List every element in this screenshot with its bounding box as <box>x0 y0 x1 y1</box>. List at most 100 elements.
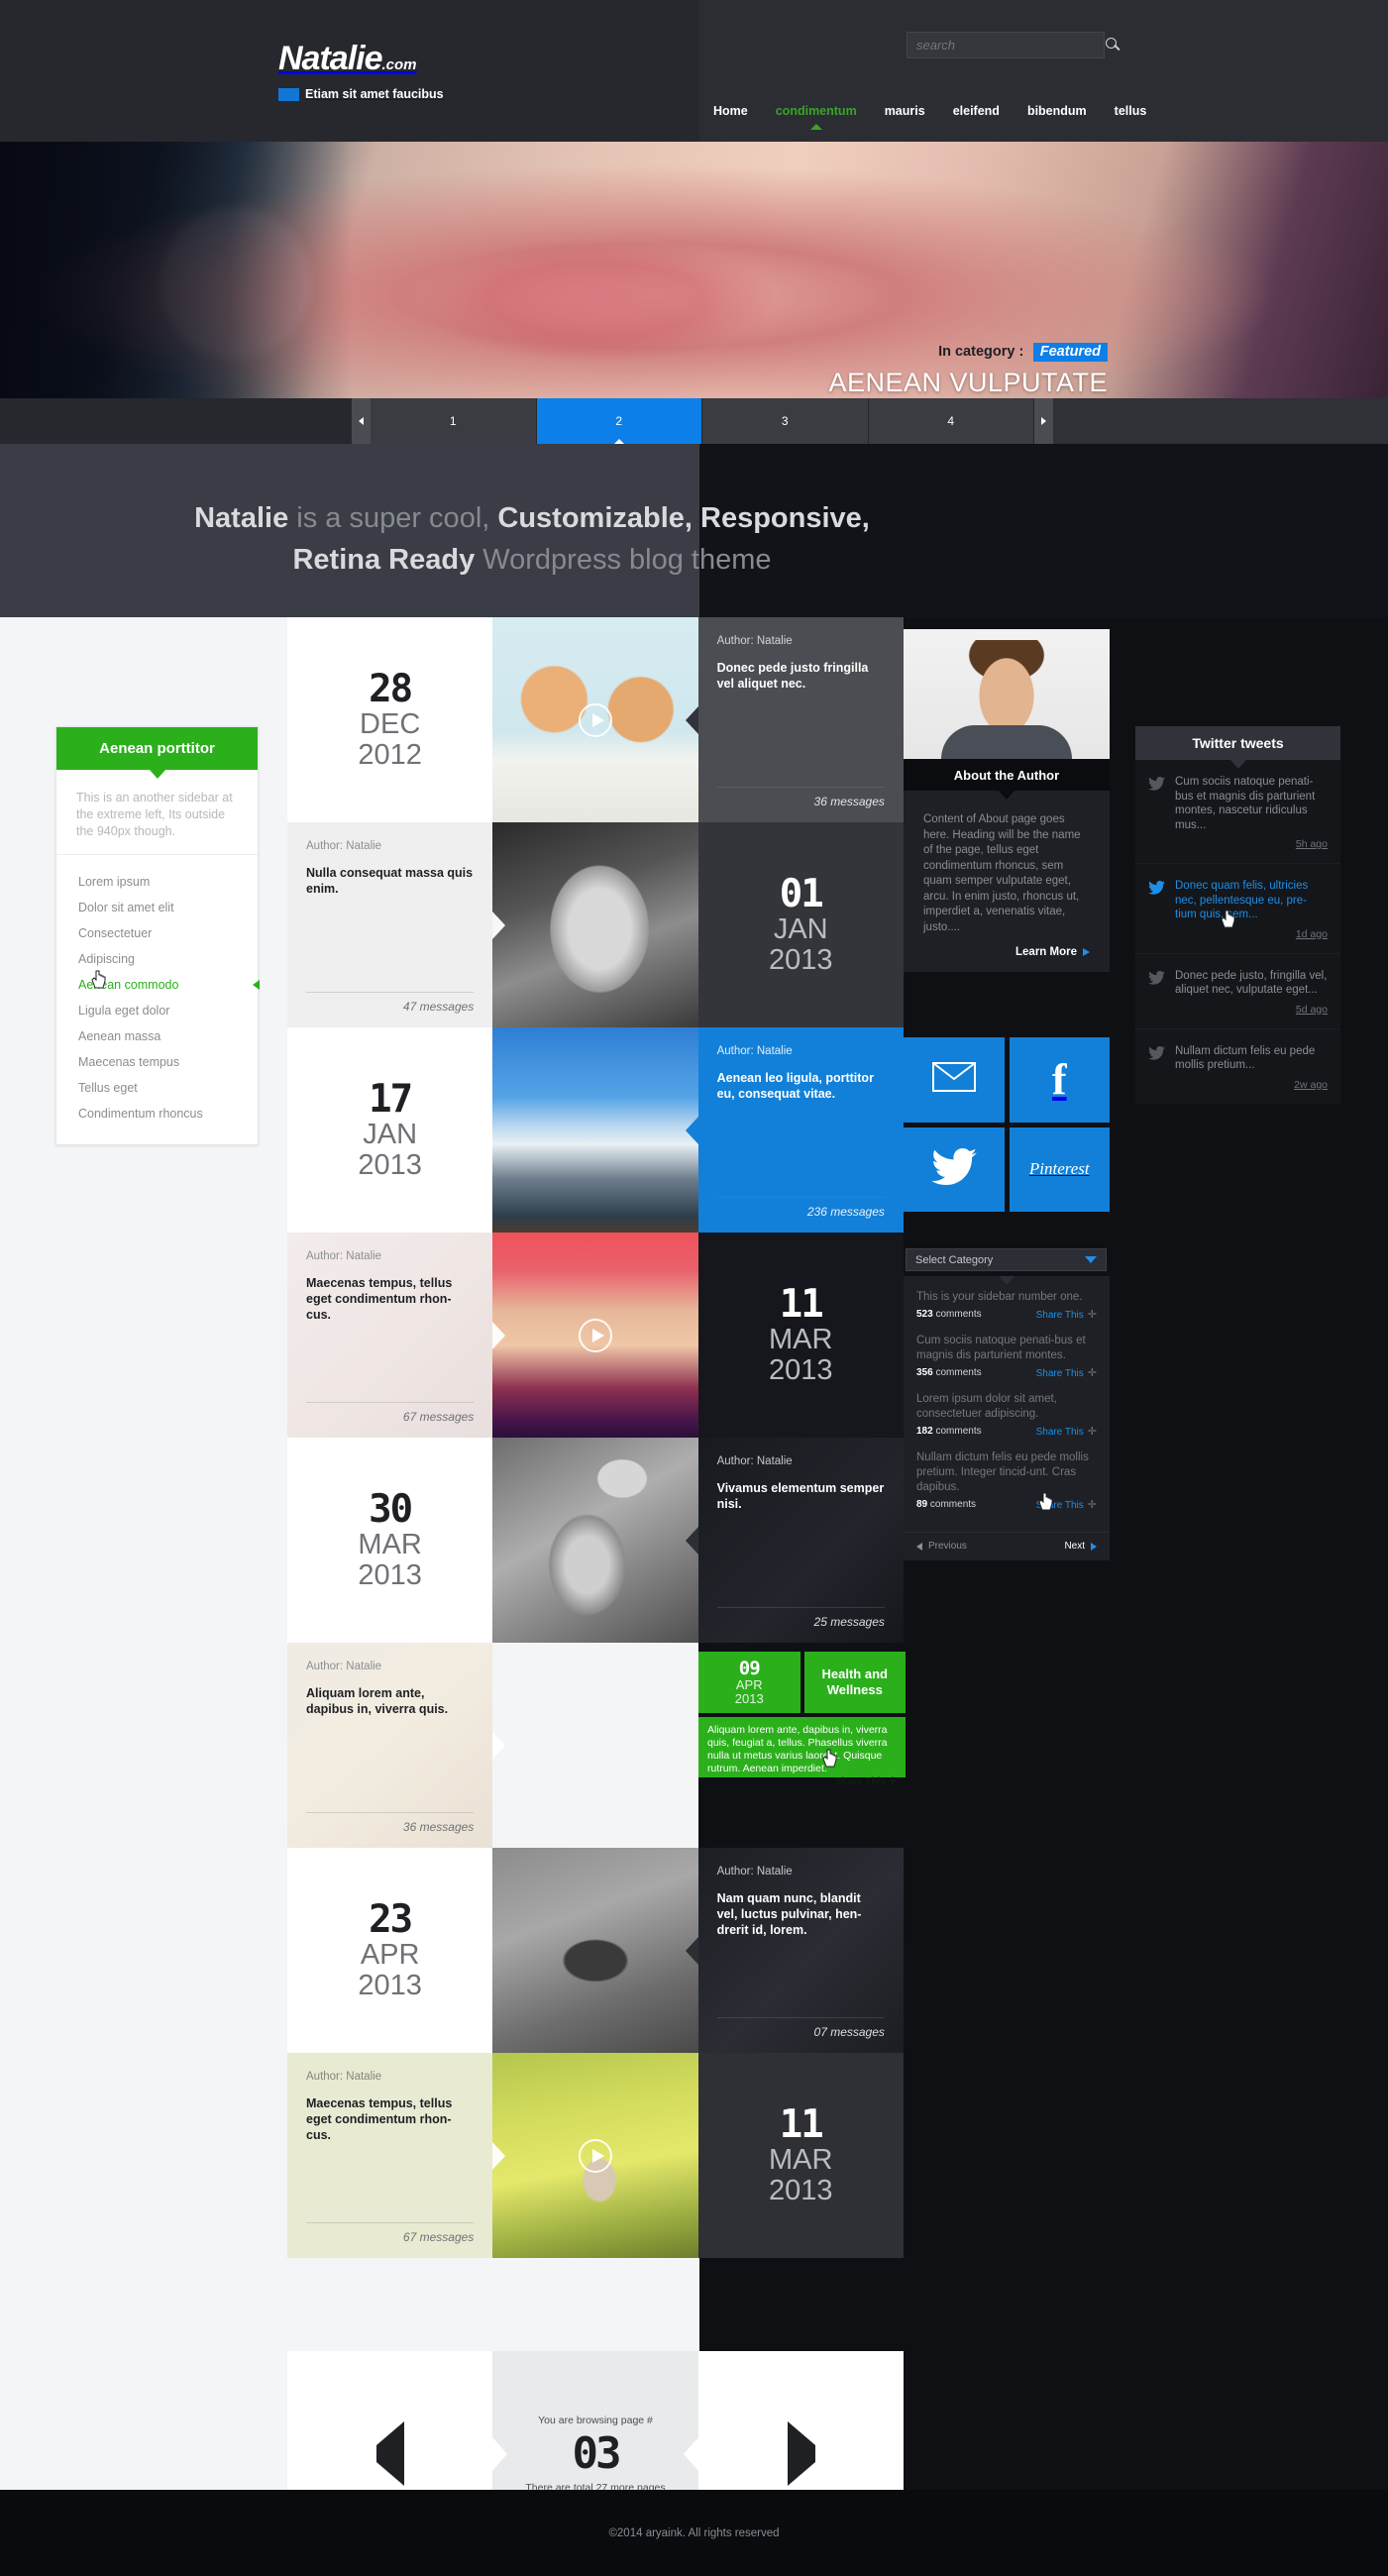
facebook-icon: f <box>1051 1054 1067 1104</box>
comment-text: Nullam dictum felis eu pede mollis preti… <box>916 1451 1089 1493</box>
sidebar-item-aenean-commodo[interactable]: Aenean commodo <box>56 972 260 998</box>
comments-widget-nav: Previous Next <box>904 1532 1110 1560</box>
post-thumbnail-motorcycle[interactable] <box>492 1848 698 2053</box>
search-input[interactable] <box>908 38 1102 53</box>
comments-next-button[interactable]: Next <box>1064 1541 1097 1552</box>
sidebar-item-maecenas-tempus[interactable]: Maecenas tempus <box>56 1049 258 1075</box>
comment-meta: 89 comments Share This ✛ <box>916 1498 1097 1511</box>
pager-page-2[interactable]: 2 <box>536 398 702 445</box>
post-date-block[interactable]: 23 APR 2013 <box>287 1848 493 2053</box>
share-this-link[interactable]: Share This ✛ <box>1036 1366 1097 1379</box>
post-date-month: APR <box>360 1938 420 1971</box>
post-text-block[interactable]: Author: Natalie Nam quam nunc, blandit v… <box>697 1848 904 2053</box>
post-date-block[interactable]: 11 MAR 2013 <box>697 2053 904 2258</box>
comment-item[interactable]: Lorem ipsum dolor sit amet, consectetuer… <box>916 1392 1097 1438</box>
sidebar-item-adipiscing[interactable]: Adipiscing <box>56 946 258 972</box>
post-text-block[interactable]: Author: Natalie Vivamus elementum semper… <box>697 1438 904 1643</box>
sidebar-item-dolor-sit-amet-elit[interactable]: Dolor sit amet elit <box>56 895 258 920</box>
pager-left-filler <box>0 398 352 444</box>
learn-more-link[interactable]: Learn More <box>923 946 1090 958</box>
nav-item-mauris[interactable]: mauris <box>871 104 939 118</box>
nav-item-eleifend[interactable]: eleifend <box>939 104 1014 118</box>
pager-page-4[interactable]: 4 <box>868 398 1034 444</box>
green-post-category[interactable]: Health and Wellness <box>803 1652 906 1713</box>
comment-item[interactable]: This is your sidebar number one. 523 com… <box>916 1290 1097 1321</box>
sidebar-item-condimentum-rhoncus[interactable]: Condimentum rhoncus <box>56 1101 258 1127</box>
category-select[interactable]: Select Category <box>906 1248 1107 1271</box>
post-text-block[interactable]: Author: Natalie Maecenas tempus, tellus … <box>287 2053 493 2258</box>
tweet-item[interactable]: Donec pede justo, fringilla vel, aliquet… <box>1135 953 1340 1029</box>
tagline-part3: Customizable, Responsive, <box>497 502 870 534</box>
post-thumbnail-girls-field[interactable] <box>492 2053 698 2258</box>
share-this-link[interactable]: Share This ✛ <box>1036 1498 1097 1511</box>
post-date-block[interactable]: 01 JAN 2013 <box>697 822 904 1027</box>
tweet-item[interactable]: Donec quam felis, ultricies nec, pellent… <box>1135 864 1340 954</box>
tweets-widget-title: Twitter tweets <box>1192 735 1284 751</box>
post-thumbnail-red-hat[interactable] <box>492 1233 698 1438</box>
nav-item-tellus[interactable]: tellus <box>1101 104 1161 118</box>
comment-count: 523 comments <box>916 1309 982 1320</box>
tweet-text: Donec quam felis, ultricies nec, pellent… <box>1175 880 1309 920</box>
play-icon[interactable] <box>578 702 612 737</box>
post-thumbnail-kittens[interactable] <box>492 617 698 822</box>
post-text-block[interactable]: Author: Natalie Aenean leo ligula, portt… <box>697 1027 904 1233</box>
tweet-item[interactable]: Cum sociis natoque penati-bus et magnis … <box>1135 760 1340 864</box>
site-logo[interactable]: Natalie.com Etiam sit amet faucibus <box>278 42 444 101</box>
comments-previous-button[interactable]: Previous <box>916 1541 967 1552</box>
sidebar-item-aenean-massa[interactable]: Aenean massa <box>56 1023 258 1049</box>
previous-page-arrow[interactable] <box>375 2420 404 2486</box>
nav-item-bibendum[interactable]: bibendum <box>1014 104 1101 118</box>
comment-item[interactable]: Nullam dictum felis eu pede mollis preti… <box>916 1450 1097 1511</box>
share-this-link[interactable]: Share This ✛ <box>1036 1308 1097 1321</box>
post-thumbnail-portrait-bw[interactable] <box>492 822 698 1027</box>
post-date-block[interactable]: 11 MAR 2013 <box>697 1233 904 1438</box>
social-facebook-button[interactable]: f <box>1009 1037 1110 1123</box>
tweet-item[interactable]: Nullam dictum felis eu pede mollis preti… <box>1135 1028 1340 1104</box>
post-thumbnail-flower-crown[interactable] <box>492 1438 698 1643</box>
comment-text: Lorem ipsum dolor sit amet, consectetuer… <box>916 1393 1057 1420</box>
post-text-block[interactable]: Author: Natalie Nulla consequat massa qu… <box>287 822 493 1027</box>
tweet-timestamp: 1d ago <box>1295 927 1328 940</box>
arrow-left-icon <box>916 1542 922 1551</box>
search-box[interactable] <box>907 32 1117 58</box>
comment-text: Cum sociis natoque penati-bus et magnis … <box>916 1335 1086 1361</box>
pager-page-1[interactable]: 1 <box>371 398 537 444</box>
search-icon[interactable] <box>1102 33 1117 57</box>
comments-previous-label: Previous <box>928 1541 967 1552</box>
nav-item-home[interactable]: Home <box>699 104 762 118</box>
post-date-month: MAR <box>769 2143 833 2176</box>
sidebar-item-consectetuer[interactable]: Consectetuer <box>56 920 258 946</box>
sidebar-item-ligula-eget-dolor[interactable]: Ligula eget dolor <box>56 998 258 1023</box>
post-text-block[interactable]: Author: Natalie Aliquam lorem ante, dapi… <box>287 1643 493 1848</box>
pager-page-3[interactable]: 3 <box>702 398 869 444</box>
green-post-body[interactable]: Aliquam lorem ante, dapibus in, viverra … <box>698 1717 906 1787</box>
social-mail-button[interactable] <box>904 1037 1005 1123</box>
nav-item-condimentum[interactable]: condimentum <box>762 104 871 130</box>
post-author: Author: Natalie <box>716 1045 793 1057</box>
post-date-block[interactable]: 30 MAR 2013 <box>287 1438 493 1643</box>
next-page-arrow[interactable] <box>787 2420 815 2486</box>
post-text-block[interactable]: Author: Natalie Maecenas tempus, tellus … <box>287 1233 493 1438</box>
tweet-timestamp: 2w ago <box>1294 1078 1328 1091</box>
share-this-link[interactable]: Share This ✛ <box>1036 1425 1097 1438</box>
pager-strip[interactable]: 1 2 3 4 <box>352 398 1053 445</box>
chevron-right-icon <box>1041 417 1046 425</box>
sidebar-item-lorem-ipsum[interactable]: Lorem ipsum <box>56 869 258 895</box>
post-date-block[interactable]: 28 DEC 2012 <box>287 617 493 822</box>
comment-item[interactable]: Cum sociis natoque penati-bus et magnis … <box>916 1334 1097 1379</box>
pager-prev-arrow[interactable] <box>352 398 371 444</box>
post-thumbnail-mountain[interactable] <box>492 1027 698 1233</box>
green-post-date[interactable]: 09 APR 2013 <box>698 1652 801 1713</box>
pager-next-arrow[interactable] <box>1034 398 1053 444</box>
widget-caret-icon <box>999 1276 1014 1285</box>
social-pinterest-button[interactable]: Pinterest <box>1009 1127 1110 1212</box>
main-navigation[interactable]: Home condimentum mauris eleifend bibendu… <box>699 104 1388 130</box>
play-icon[interactable] <box>578 1318 612 1352</box>
social-twitter-button[interactable] <box>904 1127 1005 1212</box>
post-thumbnail-honey-spoons[interactable] <box>492 1643 697 1848</box>
post-text-block[interactable]: Author: Natalie Donec pede justo fringil… <box>697 617 904 822</box>
play-icon[interactable] <box>578 2138 612 2173</box>
post-date-block[interactable]: 17 JAN 2013 <box>287 1027 493 1233</box>
sidebar-item-tellus-eget[interactable]: Tellus eget <box>56 1075 258 1101</box>
green-share-this-link[interactable]: Share This ✛ <box>707 1776 897 1787</box>
